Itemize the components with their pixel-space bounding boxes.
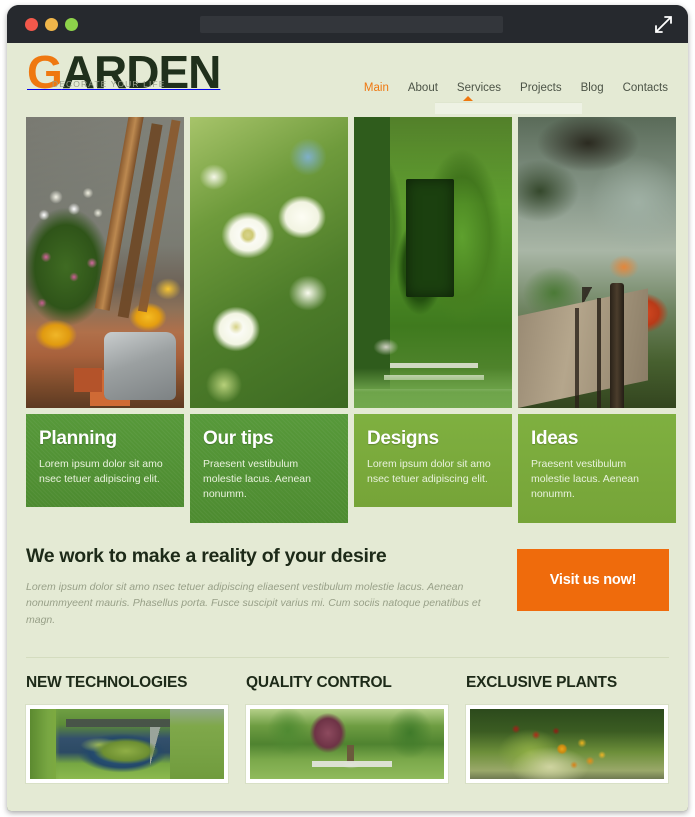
- address-bar-input[interactable]: [200, 16, 503, 33]
- hero-column-1: Planning Lorem ipsum dolor sit amo nsec …: [26, 117, 184, 523]
- nav-item-services[interactable]: Services: [457, 82, 501, 94]
- nav-item-blog[interactable]: Blog: [581, 82, 604, 94]
- page-viewport: GARDEN DECORATE YOUR LIFE Main About Ser…: [7, 43, 688, 811]
- nav-item-main[interactable]: Main: [364, 82, 389, 94]
- feature-card-our-tips[interactable]: Our tips Praesent vestibulum molestie la…: [190, 414, 348, 523]
- close-window-button[interactable]: [25, 17, 38, 31]
- window-controls: [25, 17, 78, 31]
- minimize-window-button[interactable]: [45, 17, 58, 31]
- thumbnail-formal-garden-fountain[interactable]: [246, 704, 448, 783]
- feature-card-title: Designs: [367, 428, 439, 449]
- promo-description: Lorem ipsum dolor sit amo nsec tetuer ad…: [26, 580, 481, 627]
- hero-image-topiary-garden[interactable]: [354, 117, 512, 408]
- feature-card-text: Lorem ipsum dolor sit amo nsec tetuer ad…: [367, 457, 491, 486]
- feature-card-ideas[interactable]: Ideas Praesent vestibulum molestie lacus…: [518, 414, 676, 523]
- promo-band: We work to make a reality of your desire…: [26, 545, 669, 637]
- hero-column-4: Ideas Praesent vestibulum molestie lacus…: [518, 117, 676, 523]
- logo-text: ARDEN: [61, 46, 222, 98]
- browser-titlebar: [7, 5, 688, 43]
- maximize-window-button[interactable]: [65, 17, 78, 31]
- site-header: GARDEN DECORATE YOUR LIFE Main About Ser…: [7, 43, 688, 117]
- nav-item-contacts[interactable]: Contacts: [623, 82, 668, 94]
- feature-card-title: Ideas: [531, 428, 579, 449]
- main-navigation: Main About Services Projects Blog Contac…: [364, 82, 668, 94]
- feature-card-title: Our tips: [203, 428, 274, 449]
- nav-item-projects[interactable]: Projects: [520, 82, 562, 94]
- nav-item-about[interactable]: About: [408, 82, 438, 94]
- thumbnail-garden-pond[interactable]: [26, 704, 228, 783]
- feature-card-designs[interactable]: Designs Lorem ipsum dolor sit amo nsec t…: [354, 414, 512, 508]
- hero-gallery: Planning Lorem ipsum dolor sit amo nsec …: [7, 117, 688, 523]
- feature-card-title: Planning: [39, 428, 117, 449]
- section-title: QUALITY CONTROL: [246, 673, 392, 691]
- bottom-section-quality-control: QUALITY CONTROL: [246, 674, 448, 783]
- logo-initial: G: [27, 46, 63, 98]
- hero-image-white-blossoms[interactable]: [190, 117, 348, 408]
- hero-column-3: Designs Lorem ipsum dolor sit amo nsec t…: [354, 117, 512, 523]
- hero-column-2: Our tips Praesent vestibulum molestie la…: [190, 117, 348, 523]
- feature-card-text: Praesent vestibulum molestie lacus. Aene…: [203, 457, 311, 501]
- bottom-sections: NEW TECHNOLOGIES QUALITY CONTROL EXCLUSI…: [7, 658, 688, 783]
- section-title: EXCLUSIVE PLANTS: [466, 673, 617, 691]
- feature-card-text: Praesent vestibulum molestie lacus. Aene…: [531, 457, 639, 501]
- feature-card-text: Lorem ipsum dolor sit amo nsec tetuer ad…: [39, 457, 163, 486]
- bottom-section-exclusive-plants: EXCLUSIVE PLANTS: [466, 674, 668, 783]
- nav-active-caret-icon: [463, 96, 473, 101]
- bottom-section-new-technologies: NEW TECHNOLOGIES: [26, 674, 228, 783]
- expand-diagonal-icon[interactable]: [653, 14, 674, 35]
- logo-tagline: DECORATE YOUR LIFE: [52, 79, 166, 89]
- visit-us-now-button[interactable]: Visit us now!: [517, 548, 669, 611]
- nav-dropdown-panel[interactable]: [435, 102, 582, 114]
- browser-window: GARDEN DECORATE YOUR LIFE Main About Ser…: [7, 5, 688, 811]
- hero-image-garden-tools[interactable]: [26, 117, 184, 408]
- feature-card-planning[interactable]: Planning Lorem ipsum dolor sit amo nsec …: [26, 414, 184, 507]
- section-title: NEW TECHNOLOGIES: [26, 673, 188, 691]
- hero-image-misty-bridge[interactable]: [518, 117, 676, 408]
- thumbnail-flower-bed[interactable]: [466, 704, 668, 783]
